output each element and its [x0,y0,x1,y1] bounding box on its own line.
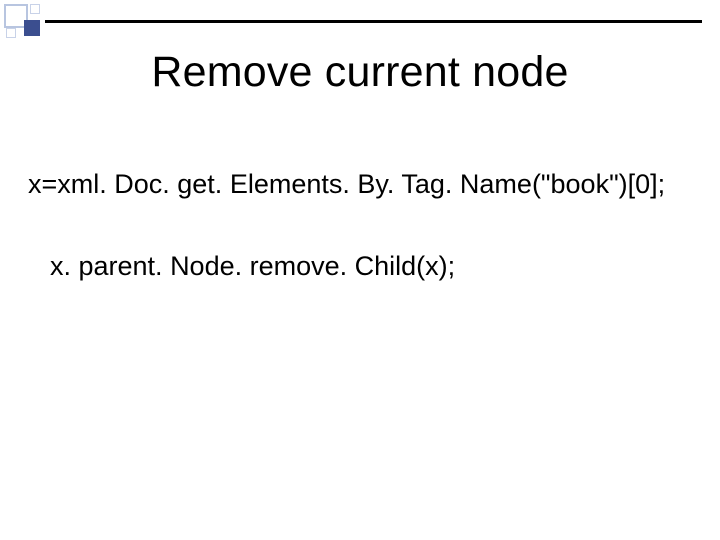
slide-body: x=xml. Doc. get. Elements. By. Tag. Name… [28,168,692,284]
slide-title: Remove current node [0,48,720,97]
horizontal-rule [45,20,702,23]
code-line-1: x=xml. Doc. get. Elements. By. Tag. Name… [28,168,692,202]
deco-square-small-top [30,4,40,14]
slide: Remove current node x=xml. Doc. get. Ele… [0,0,720,540]
code-line-2: x. parent. Node. remove. Child(x); [28,250,692,284]
deco-square-solid [24,20,40,36]
deco-square-small-side [6,28,16,38]
